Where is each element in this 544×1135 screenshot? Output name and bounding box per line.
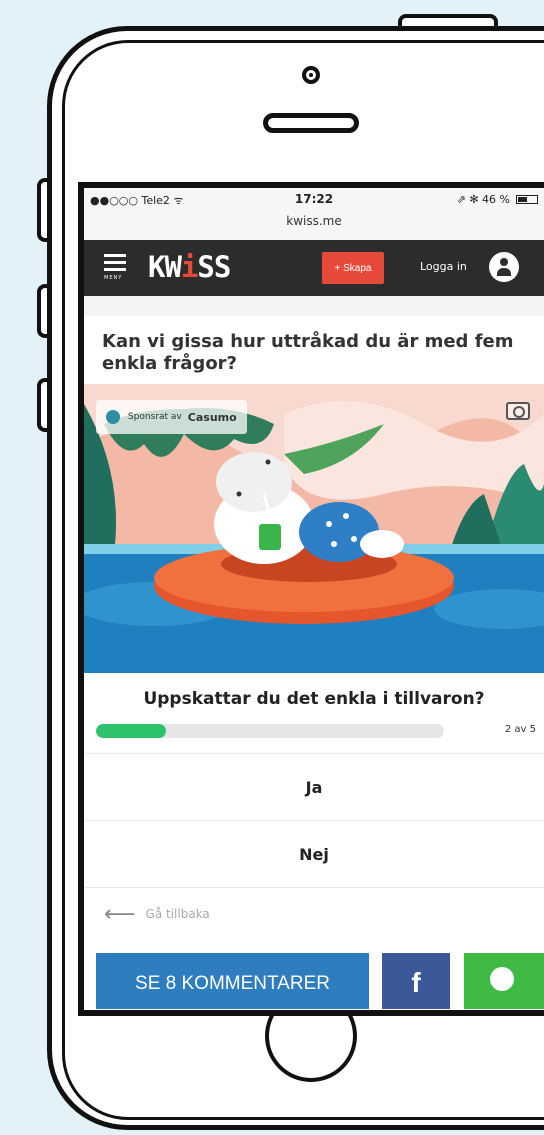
- question-text: Uppskattar du det enkla i tillvaron?: [143, 689, 485, 709]
- login-link[interactable]: Logga in: [420, 260, 467, 273]
- comments-button[interactable]: SE 8 KOMMENTARER: [96, 953, 369, 1009]
- sponsor-prefix: Sponsrat av: [128, 412, 182, 422]
- whatsapp-share-button[interactable]: [464, 953, 544, 1009]
- arrow-left-icon: ⟵: [104, 901, 136, 927]
- quiz-progress: 2 av 5: [84, 715, 544, 753]
- answer-option-no[interactable]: Nej: [84, 820, 544, 887]
- address-bar-url[interactable]: kwiss.me: [84, 214, 544, 228]
- earpiece-speaker: [263, 113, 359, 133]
- whatsapp-icon: [490, 967, 514, 991]
- casumo-logo-icon: [106, 410, 120, 424]
- browser-viewport: ●●○○○ Tele2 ᯤ 17:22 ⇗ ✻ 46 % kwiss.me ME…: [84, 188, 544, 1010]
- progress-label: 2 av 5: [504, 724, 536, 735]
- battery-percent: ⇗ ✻ 46 %: [456, 193, 510, 206]
- answer-option-yes[interactable]: Ja: [84, 753, 544, 820]
- quiz-title: Kan vi gissa hur uttråkad du är med fem …: [102, 331, 514, 374]
- progress-fill: [96, 724, 166, 738]
- create-button[interactable]: + Skapa: [322, 252, 384, 284]
- header-spacer: [84, 296, 544, 316]
- front-camera-icon: [302, 66, 320, 84]
- battery-icon: [516, 195, 538, 204]
- back-link[interactable]: ⟵ Gå tillbaka: [84, 887, 544, 940]
- back-label: Gå tillbaka: [145, 907, 210, 921]
- phone-screen: ●●○○○ Tele2 ᯤ 17:22 ⇗ ✻ 46 % kwiss.me ME…: [78, 182, 544, 1016]
- status-bar: ●●○○○ Tele2 ᯤ 17:22 ⇗ ✻ 46 % kwiss.me: [84, 188, 544, 240]
- hamburger-menu-icon[interactable]: MENY: [104, 254, 126, 281]
- facebook-icon: f: [411, 967, 421, 998]
- sponsor-badge[interactable]: Sponsrat av Casumo: [96, 400, 247, 434]
- sponsor-name: Casumo: [187, 410, 237, 424]
- site-header: MENY KWiSS + Skapa Logga in: [84, 240, 544, 296]
- share-bar: SE 8 KOMMENTARER f: [84, 940, 544, 1010]
- quiz-hero-image: Sponsrat av Casumo: [84, 384, 544, 673]
- kwiss-logo[interactable]: KWiSS: [148, 250, 231, 284]
- user-avatar-icon[interactable]: [489, 252, 519, 282]
- progress-track: [96, 724, 444, 738]
- menu-label: MENY: [104, 275, 123, 281]
- facebook-share-button[interactable]: f: [382, 953, 450, 1009]
- camera-icon[interactable]: [506, 402, 530, 420]
